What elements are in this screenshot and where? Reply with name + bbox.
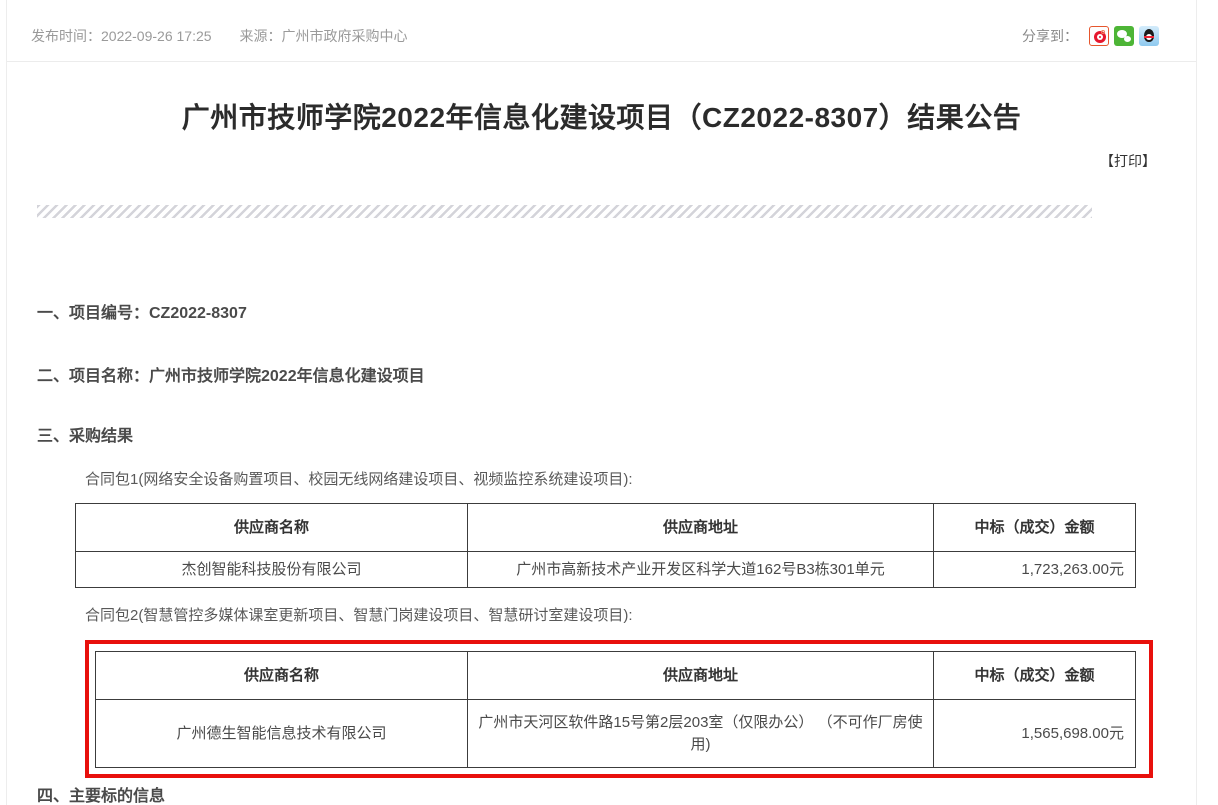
supplier-name-cell: 杰创智能科技股份有限公司 xyxy=(76,552,468,588)
page-title: 广州市技师学院2022年信息化建设项目（CZ2022-8307）结果公告 xyxy=(7,96,1196,136)
section-project-number: 一、项目编号：CZ2022-8307 xyxy=(37,304,1196,324)
result-table-package2: 供应商名称 供应商地址 中标（成交）金额 广州德生智能信息技术有限公司 广州市天… xyxy=(95,651,1136,768)
package1-intro: 合同包1(网络安全设备购置项目、校园无线网络建设项目、视频监控系统建设项目): xyxy=(85,470,1196,490)
page-container: 发布时间：2022-09-26 17:25 来源：广州市政府采购中心 分享到： … xyxy=(6,0,1197,805)
weibo-share-icon[interactable] xyxy=(1089,26,1109,46)
section-project-name: 二、项目名称：广州市技师学院2022年信息化建设项目 xyxy=(37,367,1196,387)
supplier-name-cell: 广州德生智能信息技术有限公司 xyxy=(96,700,468,768)
wechat-bubble-shape xyxy=(1124,36,1131,42)
column-header-award-amount: 中标（成交）金额 xyxy=(934,652,1136,700)
source: 来源：广州市政府采购中心 xyxy=(240,26,408,46)
column-header-supplier-address: 供应商地址 xyxy=(468,504,934,552)
table-row: 广州德生智能信息技术有限公司 广州市天河区软件路15号第2层203室（仅限办公）… xyxy=(96,700,1136,768)
meta-bar: 发布时间：2022-09-26 17:25 来源：广州市政府采购中心 分享到： xyxy=(7,0,1196,62)
share-label: 分享到： xyxy=(1022,26,1078,46)
weibo-eye-shape xyxy=(1099,36,1101,38)
qq-penguin-shape xyxy=(1144,36,1154,38)
column-header-supplier-name: 供应商名称 xyxy=(96,652,468,700)
award-amount-cell: 1,723,263.00元 xyxy=(934,552,1136,588)
publish-time: 发布时间：2022-09-26 17:25 xyxy=(31,26,212,46)
result-table-package1: 供应商名称 供应商地址 中标（成交）金额 杰创智能科技股份有限公司 广州市高新技… xyxy=(75,503,1136,588)
article-body: 一、项目编号：CZ2022-8307 二、项目名称：广州市技师学院2022年信息… xyxy=(7,304,1196,805)
supplier-address-cell: 广州市天河区软件路15号第2层203室（仅限办公） （不可作厂房使用) xyxy=(468,700,934,768)
column-header-supplier-address: 供应商地址 xyxy=(468,652,934,700)
share-area: 分享到： xyxy=(1022,26,1159,46)
red-highlight-box: 供应商名称 供应商地址 中标（成交）金额 广州德生智能信息技术有限公司 广州市天… xyxy=(85,640,1153,778)
wechat-share-icon[interactable] xyxy=(1114,26,1134,46)
table-row: 杰创智能科技股份有限公司 广州市高新技术产业开发区科学大道162号B3栋301单… xyxy=(76,552,1136,588)
column-header-award-amount: 中标（成交）金额 xyxy=(934,504,1136,552)
table-header-row: 供应商名称 供应商地址 中标（成交）金额 xyxy=(96,652,1136,700)
award-amount-cell: 1,565,698.00元 xyxy=(934,700,1136,768)
weibo-spark-shape xyxy=(1101,30,1105,34)
qq-share-icon[interactable] xyxy=(1139,26,1159,46)
supplier-address-cell: 广州市高新技术产业开发区科学大道162号B3栋301单元 xyxy=(468,552,934,588)
table-header-row: 供应商名称 供应商地址 中标（成交）金额 xyxy=(76,504,1136,552)
section-main-subject-info: 四、主要标的信息 xyxy=(37,787,1196,805)
section-procurement-result: 三、采购结果 xyxy=(37,427,1196,447)
column-header-supplier-name: 供应商名称 xyxy=(76,504,468,552)
hatched-divider xyxy=(37,205,1092,218)
package2-intro: 合同包2(智慧管控多媒体课室更新项目、智慧门岗建设项目、智慧研讨室建设项目): xyxy=(85,606,1196,626)
print-button[interactable]: 【打印】 xyxy=(1100,153,1156,169)
print-row: 【打印】 xyxy=(7,151,1196,171)
